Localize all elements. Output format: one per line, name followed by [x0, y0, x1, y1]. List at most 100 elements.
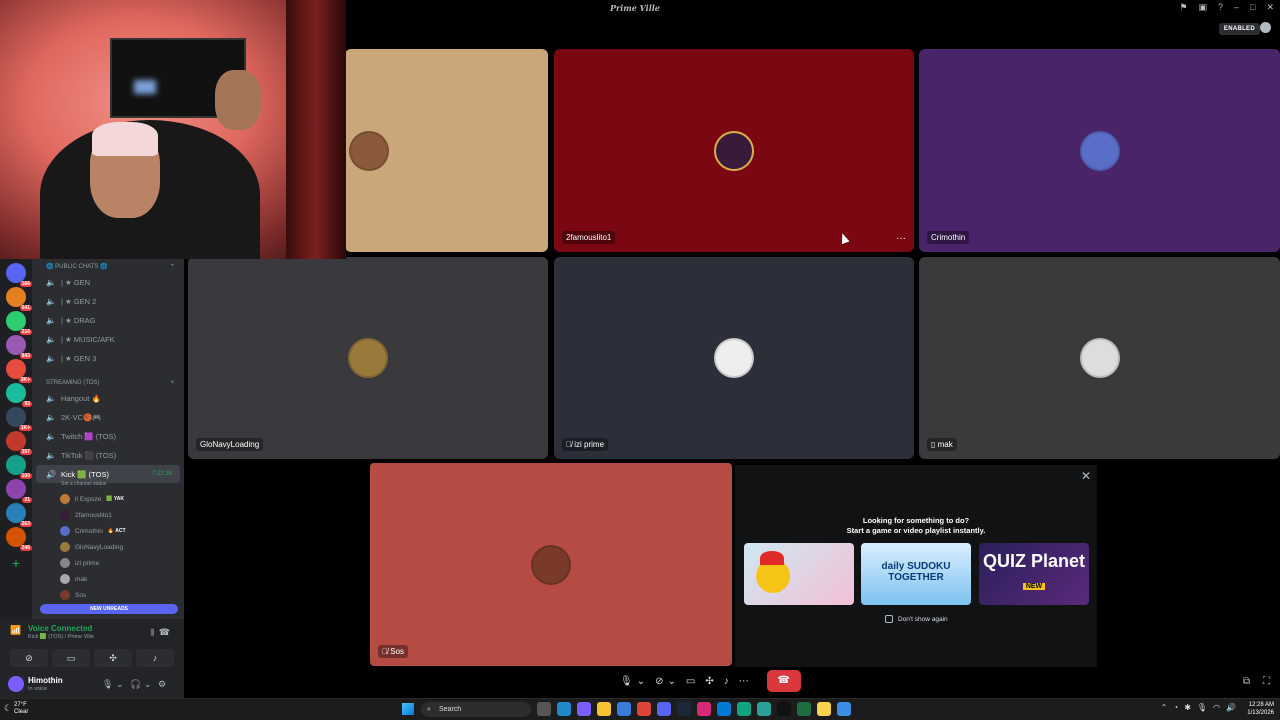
gear-icon[interactable]: ⚙ [158, 679, 166, 690]
chevron-up-icon[interactable]: ⌃ [1161, 703, 1168, 712]
app-icon[interactable] [757, 702, 771, 716]
channel-item[interactable]: 🔈 | ★ DRAG [32, 311, 184, 330]
video-tile[interactable]: 🎙̸ izi prime [554, 257, 914, 459]
channel-item[interactable]: 🔈 2K-VC🏀🎮 [32, 408, 184, 427]
hang-up-button[interactable]: ☎ [766, 670, 801, 692]
network-icon[interactable]: ◔ [1173, 703, 1178, 712]
voice-user[interactable]: GloNavyLoading [32, 539, 184, 555]
close-window-icon[interactable]: ✕ [1266, 2, 1274, 13]
screen-share-icon[interactable]: ▭ [686, 676, 695, 687]
username[interactable]: Himothin [28, 676, 63, 685]
channel-item[interactable]: 🔈 TikTok ⬛ (TOS) [32, 446, 184, 465]
fullscreen-icon[interactable]: ⛶ [1263, 676, 1270, 687]
enabled-badge[interactable]: ENABLED [1218, 23, 1260, 35]
server-icon[interactable]: 3K+ [6, 359, 32, 383]
maximize-icon[interactable]: □ [1250, 2, 1255, 13]
channel-item[interactable]: 🔈 Twitch 🟪 (TOS) [32, 427, 184, 446]
voice-user[interactable]: izi prime [32, 555, 184, 571]
add-channel-icon[interactable]: + [170, 380, 174, 386]
activities-icon[interactable]: ✣ [705, 676, 713, 687]
discord-icon[interactable] [657, 702, 671, 716]
vscode-icon[interactable] [717, 702, 731, 716]
chevron-down-icon[interactable]: ⌄ [144, 679, 152, 690]
channel-item[interactable]: 🔈 | ★ GEN [32, 273, 184, 292]
channel-status[interactable]: Set a channel status [32, 481, 184, 487]
server-icon[interactable]: 397 [6, 431, 32, 455]
sticky-notes-icon[interactable] [817, 702, 831, 716]
disconnect-icon[interactable]: ☎ [159, 627, 170, 638]
server-icon[interactable]: 246 [6, 527, 32, 551]
chevron-down-icon[interactable]: ⌄ [637, 676, 645, 687]
volume-icon[interactable]: 🔊 [1226, 703, 1236, 712]
voice-connected-label[interactable]: Voice Connected [28, 624, 92, 633]
taskbar-clock[interactable]: 12:28 AM 1/13/2026 [1247, 701, 1274, 717]
edge-icon[interactable] [557, 702, 571, 716]
server-icon[interactable]: 166 [6, 263, 32, 287]
flag-icon[interactable]: ⚑ [1179, 2, 1187, 13]
server-icon[interactable]: 843 [6, 335, 32, 359]
wifi-icon[interactable]: ◠ [1213, 703, 1220, 712]
server-icon[interactable]: 1K+ [6, 407, 32, 431]
store-icon[interactable] [617, 702, 631, 716]
bluetooth-icon[interactable]: ✱ [1184, 703, 1191, 712]
category-public-chats[interactable]: 🌐 Public Chats 🌐 + [32, 259, 184, 273]
video-tile[interactable]: 2famouslito1 ··· [554, 49, 914, 252]
soundboard-icon[interactable]: ♪ [724, 676, 729, 687]
channel-item[interactable]: 🔈 | ★ GEN 3 [32, 349, 184, 368]
server-icon[interactable]: 100 [6, 455, 32, 479]
chevron-down-icon[interactable]: ⌄ [667, 676, 675, 687]
server-icon[interactable]: 93 [6, 383, 32, 407]
video-tile[interactable]: GloNavyLoading [188, 257, 548, 459]
avatar[interactable] [8, 676, 24, 692]
popout-icon[interactable]: ⧉ [1243, 676, 1250, 687]
task-view-icon[interactable] [537, 702, 551, 716]
game-card-1[interactable] [744, 543, 854, 605]
excel-icon[interactable] [797, 702, 811, 716]
terminal-icon[interactable] [837, 702, 851, 716]
server-icon[interactable]: 263 [6, 503, 32, 527]
category-streaming[interactable]: STREAMING (TOS) + [32, 376, 184, 389]
chat-icon[interactable] [1260, 22, 1271, 33]
help-icon[interactable]: ? [1218, 2, 1223, 13]
minimize-icon[interactable]: – [1234, 2, 1239, 13]
windows-start-icon[interactable] [402, 703, 414, 715]
video-tile[interactable]: Crimothin [919, 49, 1280, 252]
server-icon[interactable]: 21 [6, 479, 32, 503]
video-tile[interactable]: 🎙̸ Sos [370, 463, 732, 666]
voice-user[interactable]: Sos [32, 587, 184, 603]
dont-show-checkbox[interactable] [885, 615, 893, 623]
headphones-icon[interactable]: 🎧 [130, 679, 141, 690]
camera-off-icon[interactable]: ⊘ [655, 676, 663, 687]
mic-icon[interactable]: 🎙 [102, 679, 113, 690]
server-icon[interactable]: 641 [6, 287, 32, 311]
instagram-icon[interactable] [697, 702, 711, 716]
file-explorer-icon[interactable] [597, 702, 611, 716]
more-options-icon[interactable]: ··· [896, 233, 906, 244]
screen-share-button[interactable]: ▭ [52, 649, 90, 667]
voice-user[interactable]: 2famouslito1 [32, 507, 184, 523]
dont-show-again-option[interactable]: Don't show again [885, 615, 948, 623]
game-card-2[interactable]: daily SUDOKU TOGETHER [861, 543, 971, 605]
more-icon[interactable]: ⋯ [739, 676, 749, 687]
voice-user[interactable]: mak [32, 571, 184, 587]
chrome-icon[interactable] [637, 702, 651, 716]
steam-icon[interactable] [677, 702, 691, 716]
video-tile[interactable] [345, 49, 548, 252]
copilot-icon[interactable] [577, 702, 591, 716]
chatgpt-icon[interactable] [737, 702, 751, 716]
voice-user[interactable]: ll Expoze 🟩 YAK [32, 491, 184, 507]
channel-item[interactable]: 🔈 | ★ MUSIC/AFK [32, 330, 184, 349]
activities-button[interactable]: ✣ [94, 649, 132, 667]
close-icon[interactable]: ✕ [1081, 469, 1091, 483]
mic-icon[interactable]: 🎙 [1197, 703, 1207, 712]
noise-icon[interactable]: ⫼ [150, 628, 154, 638]
new-unreads-pill[interactable]: NEW UNREADS [40, 604, 178, 614]
server-icon[interactable]: 216 [6, 311, 32, 335]
voice-user[interactable]: Crimothin 🔥 ACT [32, 523, 184, 539]
taskbar-search[interactable]: ⌕ Search [421, 702, 531, 717]
camera-off-button[interactable]: ⊘ [10, 649, 48, 667]
channel-item[interactable]: 🔈 Hangout 🔥 [32, 389, 184, 408]
channel-item[interactable]: 🔈 | ★ GEN 2 [32, 292, 184, 311]
add-server-icon[interactable]: + [6, 553, 26, 573]
tiktok-icon[interactable] [777, 702, 791, 716]
